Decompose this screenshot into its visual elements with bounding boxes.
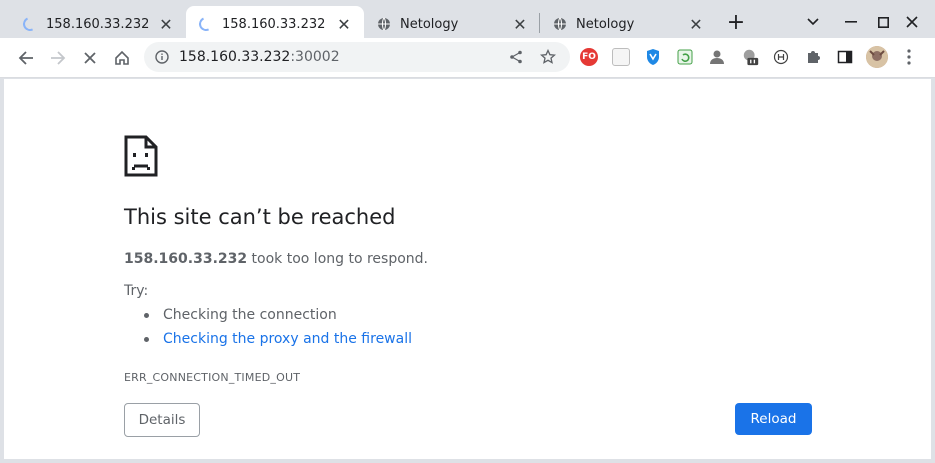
back-arrow-icon[interactable] — [12, 44, 40, 72]
bullet — [144, 336, 149, 342]
circle-h-extension-icon[interactable] — [772, 48, 790, 66]
refresh-extension-icon[interactable] — [676, 48, 694, 66]
profile-avatar[interactable] — [866, 46, 888, 68]
tab-search-chevron-icon[interactable] — [801, 10, 825, 34]
url-port: :30002 — [290, 49, 340, 65]
tab-4[interactable]: Netology ✕ — [540, 6, 716, 42]
tab-2-active[interactable]: 158.160.33.232 ✕ — [186, 6, 364, 42]
home-icon[interactable] — [108, 44, 136, 72]
tab-title: 158.160.33.232 — [222, 16, 326, 32]
globe-icon — [552, 16, 568, 32]
close-tab-icon[interactable]: ✕ — [156, 14, 176, 34]
bookmark-star-icon[interactable] — [538, 47, 558, 67]
error-code: ERR_CONNECTION_TIMED_OUT — [124, 371, 301, 384]
error-heading: This site can’t be reached — [124, 205, 396, 229]
tab-title: 158.160.33.232 — [46, 16, 150, 32]
side-panel-icon[interactable] — [836, 48, 854, 66]
error-host: 158.160.33.232 — [124, 251, 248, 267]
suggestion-text: Checking the connection — [163, 307, 337, 323]
bullet — [144, 312, 149, 318]
address-bar[interactable]: 158.160.33.232:30002 — [144, 42, 570, 72]
details-button[interactable]: Details — [124, 403, 200, 437]
badge-extension-icon[interactable] — [742, 48, 760, 66]
sad-document-icon — [124, 135, 158, 181]
close-window-icon[interactable] — [900, 10, 924, 34]
share-icon[interactable] — [506, 47, 526, 67]
stop-loading-icon[interactable] — [76, 44, 104, 72]
suggestion-link-proxy-firewall[interactable]: Checking the proxy and the firewall — [144, 331, 412, 347]
close-tab-icon[interactable]: ✕ — [686, 14, 706, 34]
error-description: 158.160.33.232 took too long to respond. — [124, 251, 428, 267]
url-text[interactable]: 158.160.33.232:30002 — [179, 49, 340, 65]
forward-arrow-icon[interactable] — [44, 44, 72, 72]
reload-button[interactable]: Reload — [735, 403, 812, 435]
suggestion-item: Checking the connection — [144, 307, 337, 323]
tab-title: Netology — [400, 16, 459, 32]
globe-icon — [376, 16, 392, 32]
menu-kebab-icon[interactable] — [900, 48, 918, 66]
site-info-icon[interactable] — [153, 48, 171, 66]
error-message: took too long to respond. — [247, 251, 428, 267]
loading-spinner-icon — [21, 15, 39, 33]
close-tab-icon[interactable]: ✕ — [510, 14, 530, 34]
new-tab-plus-icon[interactable]: + — [724, 10, 748, 35]
user-extension-icon[interactable] — [708, 48, 726, 66]
browser-toolbar: 158.160.33.232:30002 FO — [0, 38, 935, 78]
minimize-icon[interactable] — [839, 10, 863, 34]
tab-title: Netology — [576, 16, 635, 32]
fo-extension-icon[interactable]: FO — [580, 48, 598, 66]
suggestion-link-text[interactable]: Checking the proxy and the firewall — [163, 331, 412, 347]
close-tab-icon[interactable]: ✕ — [334, 14, 354, 34]
maximize-icon[interactable] — [871, 10, 895, 34]
error-page: This site can’t be reached 158.160.33.23… — [4, 79, 931, 459]
url-host: 158.160.33.232 — [179, 49, 291, 65]
qr-extension-icon[interactable] — [612, 48, 630, 66]
tab-strip: 158.160.33.232 ✕ 158.160.33.232 ✕ Netolo… — [0, 0, 935, 42]
tab-3[interactable]: Netology ✕ — [364, 6, 540, 42]
loading-spinner-icon — [197, 15, 215, 33]
tab-1[interactable]: 158.160.33.232 ✕ — [10, 6, 186, 42]
vpn-shield-icon[interactable] — [644, 48, 662, 66]
extensions-puzzle-icon[interactable] — [804, 48, 822, 66]
try-label: Try: — [124, 283, 149, 299]
